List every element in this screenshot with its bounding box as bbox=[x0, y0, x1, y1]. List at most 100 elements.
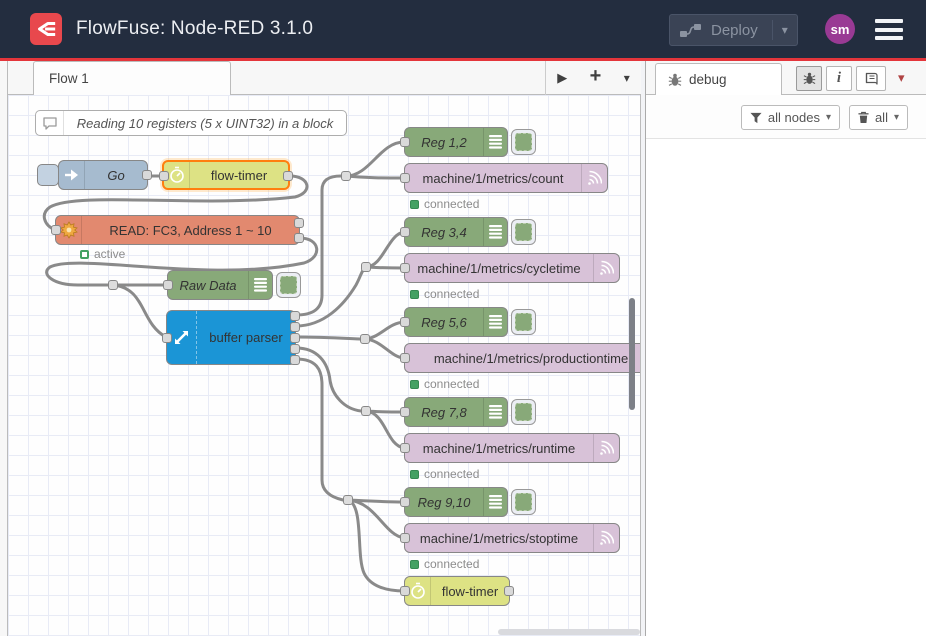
input-port[interactable] bbox=[400, 586, 410, 596]
debug-toggle-button[interactable] bbox=[511, 219, 536, 245]
menu-bar bbox=[875, 36, 903, 40]
junction[interactable] bbox=[361, 406, 371, 416]
workspace: Flow 1 ▶ + ▾ bbox=[0, 61, 926, 636]
output-port[interactable] bbox=[294, 233, 304, 243]
info-panel-button[interactable]: i bbox=[826, 66, 852, 91]
debug-toggle-button[interactable] bbox=[511, 129, 536, 155]
help-panel-button[interactable] bbox=[856, 66, 886, 91]
input-port[interactable] bbox=[400, 443, 410, 453]
output-port[interactable] bbox=[294, 218, 304, 228]
debug-node-reg[interactable]: Reg 7,8 bbox=[404, 397, 508, 427]
debug-clear-button[interactable]: all ▾ bbox=[849, 105, 908, 130]
flow-timer-node-bottom[interactable]: flow-timer bbox=[404, 576, 510, 606]
menu-bar bbox=[875, 19, 903, 23]
junction[interactable] bbox=[341, 171, 351, 181]
debug-toggle-button[interactable] bbox=[276, 272, 301, 298]
status-text: connected bbox=[424, 377, 479, 391]
mqtt-out-node[interactable]: machine/1/metrics/cycletime bbox=[404, 253, 620, 283]
input-port[interactable] bbox=[400, 497, 410, 507]
flow-timer-node-top[interactable]: flow-timer bbox=[162, 160, 290, 190]
funnel-icon bbox=[750, 112, 762, 124]
bug-icon bbox=[803, 72, 816, 85]
mqtt-out-node[interactable]: machine/1/metrics/productiontime bbox=[404, 343, 641, 373]
input-port[interactable] bbox=[400, 533, 410, 543]
input-port[interactable] bbox=[159, 171, 169, 181]
flow-canvas[interactable]: Reading 10 registers (5 x UINT32) in a b… bbox=[8, 95, 641, 636]
mqtt-out-node[interactable]: machine/1/metrics/runtime bbox=[404, 433, 620, 463]
comment-node[interactable]: Reading 10 registers (5 x UINT32) in a b… bbox=[35, 110, 347, 136]
node-label: flow-timer bbox=[190, 162, 288, 188]
run-flows-button[interactable]: ▶ bbox=[557, 70, 567, 86]
debug-node-reg[interactable]: Reg 5,6 bbox=[404, 307, 508, 337]
tab-flow-1[interactable]: Flow 1 bbox=[33, 61, 231, 95]
status-dot-icon bbox=[410, 560, 419, 569]
deploy-dropdown-caret[interactable]: ▾ bbox=[782, 23, 788, 37]
broadcast-icon bbox=[593, 524, 619, 552]
add-flow-button[interactable]: + bbox=[590, 65, 602, 88]
modbus-read-node[interactable]: READ: FC3, Address 1 ~ 10 bbox=[55, 215, 300, 245]
output-port[interactable] bbox=[290, 344, 300, 354]
debug-filter-button[interactable]: all nodes ▾ bbox=[741, 105, 840, 130]
debug-node-raw-data[interactable]: Raw Data bbox=[167, 270, 273, 300]
debug-toggle-button[interactable] bbox=[511, 309, 536, 335]
junction[interactable] bbox=[361, 262, 371, 272]
status-text: connected bbox=[424, 287, 479, 301]
header-bar: FlowFuse: Node-RED 3.1.0 Deploy ▾ sm bbox=[0, 0, 926, 58]
input-port[interactable] bbox=[400, 263, 410, 273]
debug-lines-icon bbox=[483, 488, 507, 516]
node-label: flow-timer bbox=[431, 577, 509, 605]
vertical-scrollbar[interactable] bbox=[629, 298, 635, 410]
node-label: Reg 7,8 bbox=[405, 398, 483, 426]
debug-node-reg[interactable]: Reg 1,2 bbox=[404, 127, 508, 157]
output-port[interactable] bbox=[290, 322, 300, 332]
flow-list-caret[interactable]: ▾ bbox=[624, 71, 630, 85]
flow-tabbar: Flow 1 ▶ + ▾ bbox=[8, 61, 641, 95]
debug-toggle-button[interactable] bbox=[511, 399, 536, 425]
input-port[interactable] bbox=[400, 173, 410, 183]
debug-node-reg[interactable]: Reg 3,4 bbox=[404, 217, 508, 247]
output-port[interactable] bbox=[142, 170, 152, 180]
flowfuse-logo-icon[interactable] bbox=[30, 13, 62, 45]
user-avatar[interactable]: sm bbox=[825, 14, 855, 44]
inject-node-go[interactable]: Go bbox=[58, 160, 148, 190]
output-port[interactable] bbox=[283, 171, 293, 181]
input-port[interactable] bbox=[51, 225, 61, 235]
debug-messages-panel[interactable] bbox=[646, 139, 926, 636]
input-port[interactable] bbox=[400, 317, 410, 327]
inject-trigger-button[interactable] bbox=[37, 164, 59, 186]
input-port[interactable] bbox=[400, 227, 410, 237]
node-label: Reg 1,2 bbox=[405, 128, 483, 156]
debug-toggle-button[interactable] bbox=[511, 489, 536, 515]
mqtt-out-node[interactable]: machine/1/metrics/stoptime bbox=[404, 523, 620, 553]
main-menu-button[interactable] bbox=[875, 19, 903, 40]
input-port[interactable] bbox=[400, 407, 410, 417]
output-port[interactable] bbox=[290, 355, 300, 365]
buffer-parser-node[interactable]: buffer parser bbox=[166, 310, 296, 365]
output-port[interactable] bbox=[290, 333, 300, 343]
junction[interactable] bbox=[343, 495, 353, 505]
deploy-button[interactable]: Deploy ▾ bbox=[669, 14, 798, 46]
bug-icon bbox=[668, 73, 682, 87]
status-text: connected bbox=[424, 557, 479, 571]
debug-lines-icon bbox=[248, 271, 272, 299]
debug-panel-button[interactable] bbox=[796, 66, 822, 91]
tab-debug[interactable]: debug bbox=[655, 63, 782, 95]
deploy-divider bbox=[772, 20, 773, 40]
tabbar-actions: ▶ + ▾ bbox=[545, 61, 641, 95]
input-port[interactable] bbox=[163, 280, 173, 290]
node-label: Go bbox=[85, 161, 147, 189]
output-port[interactable] bbox=[504, 586, 514, 596]
output-port[interactable] bbox=[290, 311, 300, 321]
mqtt-out-node[interactable]: machine/1/metrics/count bbox=[404, 163, 608, 193]
horizontal-scrollbar[interactable] bbox=[498, 629, 640, 635]
debug-lines-icon bbox=[483, 218, 507, 246]
junction[interactable] bbox=[360, 334, 370, 344]
debug-node-reg[interactable]: Reg 9,10 bbox=[404, 487, 508, 517]
junction[interactable] bbox=[108, 280, 118, 290]
sidebar-options-caret[interactable]: ▾ bbox=[898, 70, 905, 86]
input-port[interactable] bbox=[400, 353, 410, 363]
input-port[interactable] bbox=[162, 333, 172, 343]
broadcast-icon bbox=[581, 164, 607, 192]
deploy-label: Deploy bbox=[711, 22, 758, 39]
input-port[interactable] bbox=[400, 137, 410, 147]
